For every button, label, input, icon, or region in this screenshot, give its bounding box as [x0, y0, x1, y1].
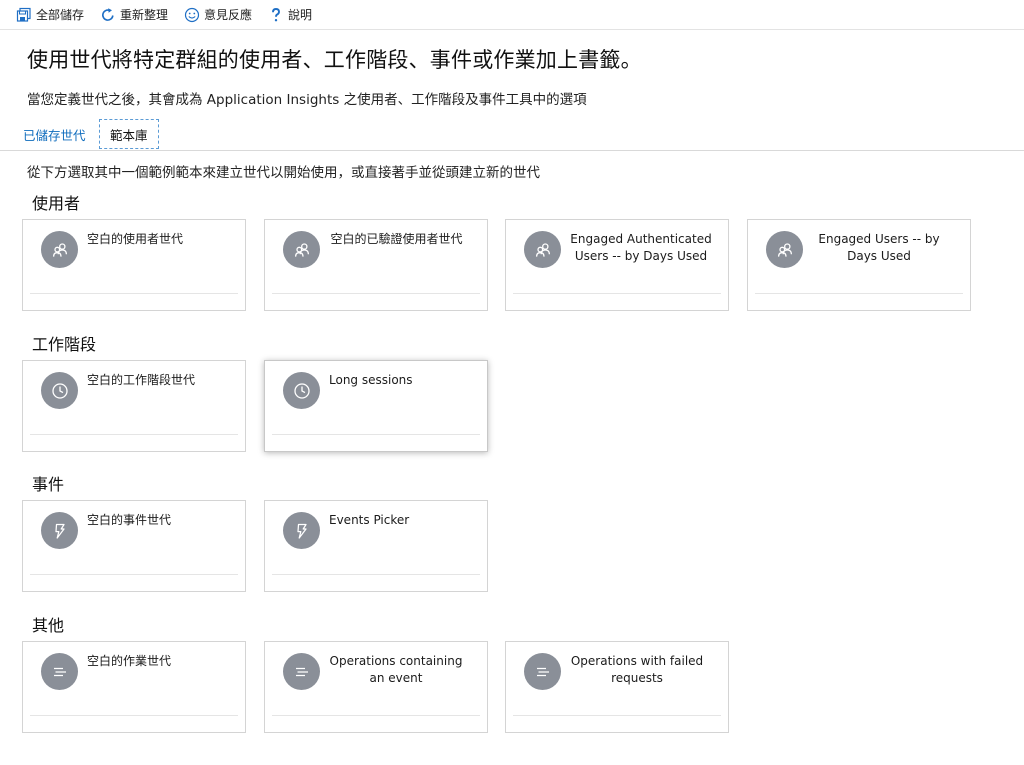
template-card[interactable]: Operations with failed requests [505, 641, 729, 733]
template-card-label: 空白的事件世代 [87, 513, 172, 527]
template-card[interactable]: 空白的作業世代 [22, 641, 246, 733]
template-card-label: Engaged Users -- by Days Used [818, 232, 940, 263]
card-divider [272, 434, 480, 435]
template-card-label: Operations with failed requests [570, 654, 704, 685]
card-divider [272, 293, 480, 294]
lightning-icon [41, 512, 78, 549]
refresh-icon [100, 7, 116, 23]
section-heading-other: 其他 [32, 616, 65, 635]
template-card[interactable]: Engaged Authenticated Users -- by Days U… [505, 219, 729, 311]
template-card-label: Operations containing an event [329, 654, 463, 685]
card-divider [513, 715, 721, 716]
users-icon [41, 231, 78, 268]
save-all-icon [16, 7, 32, 23]
template-card[interactable]: Events Picker [264, 500, 488, 592]
card-divider [272, 715, 480, 716]
template-card[interactable]: Long sessions [264, 360, 488, 452]
question-mark-icon [268, 7, 284, 23]
card-divider [30, 293, 238, 294]
template-card[interactable]: Engaged Users -- by Days Used [747, 219, 971, 311]
users-icon [283, 231, 320, 268]
help-button[interactable]: 說明 [268, 3, 312, 27]
refresh-label: 重新整理 [120, 8, 169, 22]
users-icon [766, 231, 803, 268]
help-label: 說明 [288, 8, 313, 22]
clock-icon [283, 372, 320, 409]
save-all-button[interactable]: 全部儲存 [16, 3, 84, 27]
template-card[interactable]: 空白的事件世代 [22, 500, 246, 592]
list-icon [524, 653, 561, 690]
feedback-button[interactable]: 意見反應 [184, 3, 252, 27]
card-divider [30, 434, 238, 435]
section-heading-sessions: 工作階段 [32, 335, 97, 354]
tab-strip: 已儲存世代 範本庫 [0, 116, 1024, 151]
users-icon [524, 231, 561, 268]
template-card-label: 空白的已驗證使用者世代 [330, 232, 463, 246]
list-icon [283, 653, 320, 690]
card-divider [513, 293, 721, 294]
instructions-text: 從下方選取其中一個範例範本來建立世代以開始使用，或直接著手並從頭建立新的世代 [27, 165, 540, 181]
feedback-label: 意見反應 [204, 8, 253, 22]
page-title: 使用世代將特定群組的使用者、工作階段、事件或作業加上書籤。 [27, 48, 642, 72]
template-card[interactable]: 空白的已驗證使用者世代 [264, 219, 488, 311]
smiley-icon [184, 7, 200, 23]
template-card[interactable]: Operations containing an event [264, 641, 488, 733]
section-heading-users: 使用者 [32, 194, 81, 213]
tab-saved-cohorts[interactable]: 已儲存世代 [23, 119, 86, 149]
template-card-label: 空白的作業世代 [87, 654, 172, 668]
template-card-label: Long sessions [329, 373, 413, 387]
template-card[interactable]: 空白的工作階段世代 [22, 360, 246, 452]
refresh-button[interactable]: 重新整理 [100, 3, 168, 27]
section-heading-events: 事件 [32, 475, 65, 494]
template-card-label: Engaged Authenticated Users -- by Days U… [570, 232, 712, 263]
template-card-label: 空白的使用者世代 [87, 232, 184, 246]
card-divider [755, 293, 963, 294]
template-card-label: 空白的工作階段世代 [87, 373, 196, 387]
page-subtitle: 當您定義世代之後，其會成為 Application Insights 之使用者、… [27, 92, 587, 108]
card-divider [30, 574, 238, 575]
clock-icon [41, 372, 78, 409]
command-bar: 全部儲存 重新整理 意見反應 說明 [0, 0, 1024, 30]
template-card-label: Events Picker [329, 513, 410, 527]
template-card[interactable]: 空白的使用者世代 [22, 219, 246, 311]
lightning-icon [283, 512, 320, 549]
card-divider [30, 715, 238, 716]
tab-template-library[interactable]: 範本庫 [99, 119, 159, 149]
list-icon [41, 653, 78, 690]
save-all-label: 全部儲存 [36, 8, 85, 22]
card-divider [272, 574, 480, 575]
